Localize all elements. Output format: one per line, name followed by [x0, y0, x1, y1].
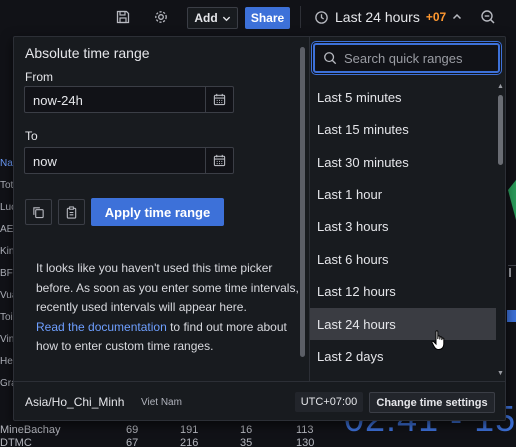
bg-cell: 113: [296, 424, 314, 436]
quick-range-item[interactable]: Last 15 minutes: [310, 113, 496, 145]
hand-cursor-icon: [431, 330, 445, 350]
share-button[interactable]: Share: [245, 7, 290, 29]
bg-cell: 16: [240, 424, 253, 436]
quick-ranges-panel: Last 5 minutes Last 15 minutes Last 30 m…: [310, 37, 506, 381]
timezone-name: Asia/Ho_Chi_Minh: [25, 395, 125, 409]
help-text: It looks like you haven't used this time…: [36, 259, 304, 357]
bg-cell: 216: [180, 437, 199, 447]
documentation-link[interactable]: Read the documentation: [36, 320, 167, 334]
dashboard-root: Nan Tota Luc AEM Kin BFM Vua Toio Vina H…: [0, 0, 516, 447]
bg-table-row: DTMC 67 216 35 130: [0, 437, 330, 447]
paste-time-range-button[interactable]: [58, 199, 85, 225]
quick-range-item-selected[interactable]: Last 24 hours: [310, 308, 496, 340]
quick-range-item[interactable]: Last 12 hours: [310, 275, 496, 307]
scroll-up-arrow-icon[interactable]: ▲: [497, 83, 504, 90]
copy-time-range-button[interactable]: [25, 199, 52, 225]
bg-cell: 191: [180, 424, 199, 436]
quick-range-item[interactable]: Last 1 hour: [310, 178, 496, 210]
apply-time-range-button[interactable]: Apply time range: [91, 198, 224, 226]
timezone-offset-badge: +07: [425, 10, 447, 24]
quick-range-item[interactable]: Last 3 hours: [310, 210, 496, 242]
to-field[interactable]: now: [24, 147, 234, 174]
time-range-label: Last 24 hours: [335, 9, 420, 25]
bg-cell: 69: [126, 424, 139, 436]
quick-range-item[interactable]: Last 6 hours: [310, 243, 496, 275]
left-panel-scrollbar[interactable]: [300, 47, 305, 357]
from-label: From: [25, 70, 53, 84]
clipboard-icon: [66, 205, 77, 219]
bg-cell: 130: [296, 437, 315, 447]
absolute-range-title: Absolute time range: [25, 45, 150, 61]
absolute-range-panel: Absolute time range From now-24h To now: [14, 37, 308, 381]
toolbar-divider: [300, 6, 301, 28]
bg-cell: DTMC: [0, 437, 32, 447]
quick-ranges-list: Last 5 minutes Last 15 minutes Last 30 m…: [310, 81, 496, 381]
quick-range-item[interactable]: Last 5 minutes: [310, 81, 496, 113]
change-time-settings-button[interactable]: Change time settings: [369, 392, 495, 413]
bg-cell: 67: [126, 437, 139, 447]
bg-right-panel-edge: [507, 180, 516, 322]
add-button-label: Add: [194, 11, 218, 25]
calendar-icon[interactable]: [205, 148, 233, 173]
to-label: To: [25, 129, 38, 143]
calendar-icon[interactable]: [205, 87, 233, 112]
to-value: now: [33, 154, 57, 169]
chevron-up-icon: [453, 13, 462, 20]
quick-ranges-search[interactable]: [313, 43, 500, 73]
bg-cell: MineBachay: [0, 424, 61, 436]
save-dashboard-icon[interactable]: [113, 7, 133, 27]
time-picker-popup: Absolute time range From now-24h To now: [13, 36, 506, 421]
time-range-picker-button[interactable]: Last 24 hours +07: [308, 5, 472, 29]
chevron-down-icon: [222, 16, 230, 21]
timezone-footer: Asia/Ho_Chi_Minh Viet Nam UTC+07:00 Chan…: [14, 381, 505, 421]
quick-ranges-scrollbar[interactable]: [498, 95, 503, 165]
zoom-out-icon[interactable]: [478, 7, 498, 27]
add-button[interactable]: Add: [187, 7, 238, 29]
search-input[interactable]: [344, 50, 494, 66]
from-value: now-24h: [33, 93, 83, 108]
scroll-down-arrow-icon[interactable]: ▼: [497, 370, 504, 377]
quick-range-item[interactable]: Last 2 days: [310, 340, 496, 372]
gear-icon[interactable]: [151, 7, 171, 27]
search-icon: [324, 52, 337, 65]
copy-icon: [33, 206, 44, 218]
utc-offset-badge: UTC+07:00: [295, 392, 363, 412]
help-text-body: It looks like you haven't used this time…: [36, 261, 299, 314]
timezone-country: Viet Nam: [141, 397, 182, 408]
clock-icon: [315, 10, 328, 24]
dashboard-toolbar: Add Share Last 24 hours +07: [0, 0, 516, 34]
from-field[interactable]: now-24h: [24, 86, 234, 113]
quick-range-item[interactable]: Last 30 minutes: [310, 146, 496, 178]
bg-cell: 35: [240, 437, 253, 447]
